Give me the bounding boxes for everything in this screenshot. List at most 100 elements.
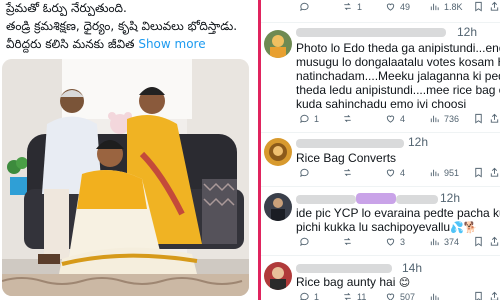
bookmark-icon (475, 1, 482, 12)
reply-text-line: pichi kukka lu sachipoyevallu💦🐕 (296, 220, 478, 235)
bookmark-icon (475, 167, 482, 178)
like-count: 507 (400, 291, 416, 300)
avatar-image (264, 193, 292, 221)
views-icon (430, 293, 439, 300)
avatar-image (264, 30, 292, 58)
views-count: 736 (444, 113, 460, 124)
like-count: 49 (400, 1, 411, 12)
reply-text-line-content: Rice bag aunty hai (296, 275, 396, 289)
replies-panel: 1 49 1.8K 12h Photo lo Edo theda ga anip… (261, 0, 500, 300)
reply-text-line: natinchadam....Meeku jalaganna ki pedda (296, 69, 500, 83)
like-icon (386, 238, 395, 246)
avatar[interactable] (264, 138, 292, 166)
share-icon (490, 113, 499, 123)
redacted-username-badge (356, 193, 396, 204)
reply-time: 14h (402, 261, 423, 275)
reply-icon (300, 237, 309, 247)
like-icon (386, 115, 395, 123)
bookmark-button[interactable] (473, 291, 484, 300)
bookmark-icon (475, 113, 482, 124)
show-more-link[interactable]: Show more (138, 37, 205, 51)
post-text-line-3-text: వీరిద్దరు కలిసి మనకు జీవిత (6, 37, 135, 51)
bookmark-icon (475, 291, 482, 300)
share-icon (490, 236, 499, 246)
reply-text-line-content: pichi kukka lu sachipoyevallu (296, 220, 451, 234)
reply-action-bar: 4 951 (261, 167, 500, 183)
redacted-username (296, 139, 404, 148)
like-button[interactable]: 507 (385, 291, 415, 300)
retweet-icon (344, 168, 351, 177)
reply-time: 12h (408, 135, 429, 149)
retweet-button[interactable] (342, 167, 353, 178)
family-photo[interactable] (2, 59, 249, 296)
avatar-image (264, 262, 292, 290)
reply-button[interactable]: 1 (299, 291, 319, 300)
bookmark-button[interactable] (473, 236, 484, 247)
reply-text-line: kuda sahinchadu emo ivi choosi (296, 97, 467, 111)
views-button[interactable]: 736 (429, 113, 459, 124)
like-count: 4 (400, 113, 406, 124)
bookmark-button[interactable] (473, 1, 484, 12)
post-text-line-2: తండ్రి క్రమశిక్షణ, ధైర్యం, కృషి విలువలు … (6, 19, 238, 33)
retweet-button[interactable] (342, 236, 353, 247)
reply-icon (300, 168, 309, 178)
redacted-username (296, 195, 356, 204)
views-icon (430, 115, 439, 123)
retweet-button[interactable] (342, 113, 353, 124)
views-button[interactable] (429, 291, 440, 300)
reply-text-line: ide pic YCP lo evaraina pedte pacha kukk… (296, 206, 500, 220)
like-button[interactable]: 3 (385, 236, 405, 247)
redacted-username (296, 28, 446, 37)
reply-count: 1 (314, 113, 320, 124)
like-button[interactable]: 4 (385, 167, 405, 178)
reply-action-bar: 1 11 507 (261, 291, 500, 300)
like-icon (386, 3, 395, 11)
share-button[interactable] (489, 1, 500, 12)
reply-time: 12h (457, 25, 478, 39)
bookmark-button[interactable] (473, 167, 484, 178)
views-count: 951 (444, 167, 460, 178)
share-button[interactable] (489, 236, 500, 247)
reply-separator (261, 22, 500, 23)
like-icon (386, 169, 395, 177)
reply-text-line: theda ledu anipistundi....mee rice bag o… (296, 83, 500, 97)
reply-count: 1 (314, 291, 320, 300)
reply-emoji: 😊 (398, 276, 411, 289)
like-button[interactable]: 49 (385, 1, 410, 12)
reply-button[interactable] (299, 1, 310, 12)
reply-action-bar: 1 4 736 (261, 113, 500, 129)
retweet-icon (344, 237, 351, 246)
reply-icon (300, 114, 309, 124)
bookmark-button[interactable] (473, 113, 484, 124)
avatar[interactable] (264, 193, 292, 221)
share-button[interactable] (489, 167, 500, 178)
views-button[interactable]: 951 (429, 167, 459, 178)
reply-separator (261, 255, 500, 256)
family-photo-image (2, 59, 249, 296)
views-count: 374 (444, 236, 460, 247)
reply-button[interactable] (299, 167, 310, 178)
share-icon (490, 167, 499, 177)
reply-emoji: 💦🐕 (450, 221, 478, 234)
reply-icon (300, 2, 309, 12)
share-button[interactable] (489, 113, 500, 124)
post-panel: ప్రేమతో ఓర్పు నేర్పుతుంది. తండ్రి క్రమశి… (0, 0, 258, 300)
reply-text-line: Rice bag aunty hai 😊 (296, 275, 410, 290)
reply-button[interactable]: 1 (299, 113, 319, 124)
reply-button[interactable] (299, 236, 310, 247)
views-button[interactable]: 374 (429, 236, 459, 247)
retweet-button[interactable]: 1 (342, 1, 362, 12)
views-button[interactable]: 1.8K (429, 1, 463, 12)
reply-text-line: Photo lo Edo theda ga anipistundi...endu… (296, 41, 500, 55)
avatar[interactable] (264, 262, 292, 290)
share-button[interactable] (489, 291, 500, 300)
top-action-bar: 1 49 1.8K (261, 1, 500, 17)
retweet-icon (344, 2, 351, 11)
retweet-count: 11 (357, 291, 367, 300)
avatar[interactable] (264, 30, 292, 58)
like-icon (386, 293, 395, 300)
like-button[interactable]: 4 (385, 113, 405, 124)
retweet-button[interactable]: 11 (342, 291, 366, 300)
like-count: 3 (400, 236, 406, 247)
share-icon (490, 1, 499, 11)
